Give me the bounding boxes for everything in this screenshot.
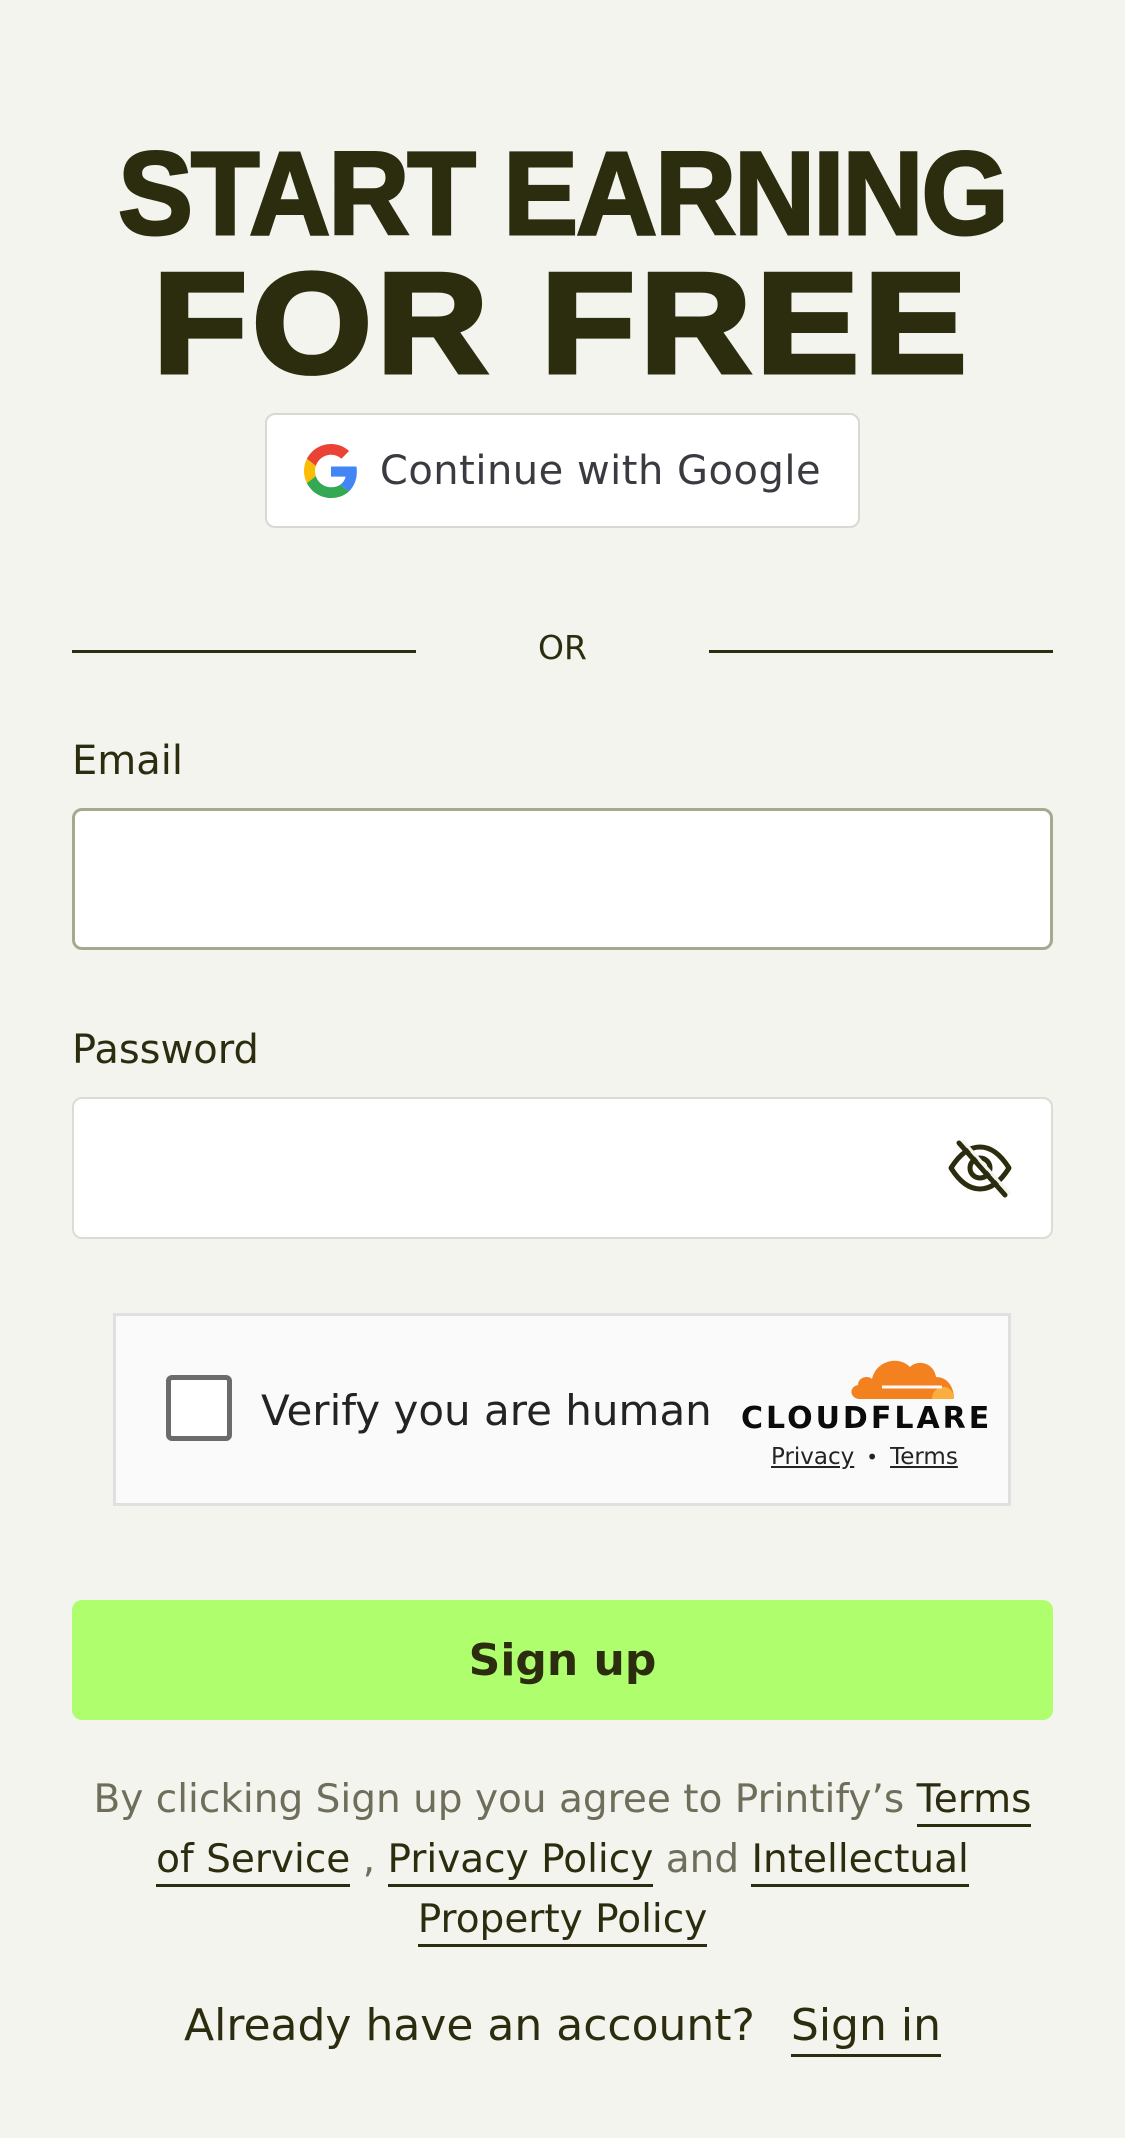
cloudflare-wordmark: CLOUDFLARE bbox=[741, 1401, 993, 1436]
password-field[interactable] bbox=[72, 1097, 1053, 1239]
google-button-label: Continue with Google bbox=[379, 447, 822, 494]
legal-comma: , bbox=[362, 1837, 376, 1882]
signup-page: START EARNING FOR FREE Continue with Goo… bbox=[0, 0, 1125, 2138]
eye-slash-icon bbox=[947, 1137, 1013, 1199]
page-headline: START EARNING FOR FREE bbox=[0, 128, 1125, 403]
legal-agreement-text: By clicking Sign up you agree to Printif… bbox=[72, 1770, 1053, 1950]
verify-human-label: Verify you are human bbox=[261, 1386, 712, 1435]
or-divider: OR bbox=[72, 628, 1053, 667]
continue-with-google-button[interactable]: Continue with Google bbox=[265, 413, 860, 528]
signin-link[interactable]: Sign in bbox=[790, 2000, 941, 2057]
headline-line-1: START EARNING bbox=[117, 128, 1010, 260]
password-label: Password bbox=[72, 1027, 259, 1073]
cloudflare-turnstile-widget: Verify you are human CLOUDFLARE Privacy … bbox=[113, 1313, 1011, 1506]
show-password-toggle[interactable] bbox=[945, 1135, 1015, 1201]
email-label: Email bbox=[72, 738, 183, 784]
email-field[interactable] bbox=[72, 808, 1053, 950]
signin-row: Already have an account? Sign in bbox=[0, 2000, 1125, 2057]
headline-line-2: FOR FREE bbox=[151, 244, 972, 403]
privacy-policy-link[interactable]: Privacy Policy bbox=[387, 1837, 654, 1887]
verify-human-checkbox[interactable] bbox=[166, 1375, 232, 1441]
legal-prefix: By clicking Sign up you agree to Printif… bbox=[93, 1777, 905, 1822]
signup-button[interactable]: Sign up bbox=[72, 1600, 1053, 1720]
cloudflare-logo: CLOUDFLARE bbox=[741, 1349, 993, 1459]
cloudflare-cloud-icon bbox=[846, 1349, 958, 1409]
divider-or-text: OR bbox=[538, 628, 587, 667]
cloudflare-privacy-link[interactable]: Privacy bbox=[771, 1444, 854, 1470]
divider-line-right bbox=[709, 650, 1053, 653]
google-logo-icon bbox=[303, 443, 358, 498]
signin-prompt: Already have an account? bbox=[184, 2000, 755, 2051]
legal-and: and bbox=[665, 1837, 740, 1882]
cloudflare-terms-link[interactable]: Terms bbox=[890, 1444, 958, 1470]
cloudflare-links: Privacy • Terms bbox=[771, 1444, 991, 1470]
cloudflare-links-separator: • bbox=[866, 1445, 879, 1469]
